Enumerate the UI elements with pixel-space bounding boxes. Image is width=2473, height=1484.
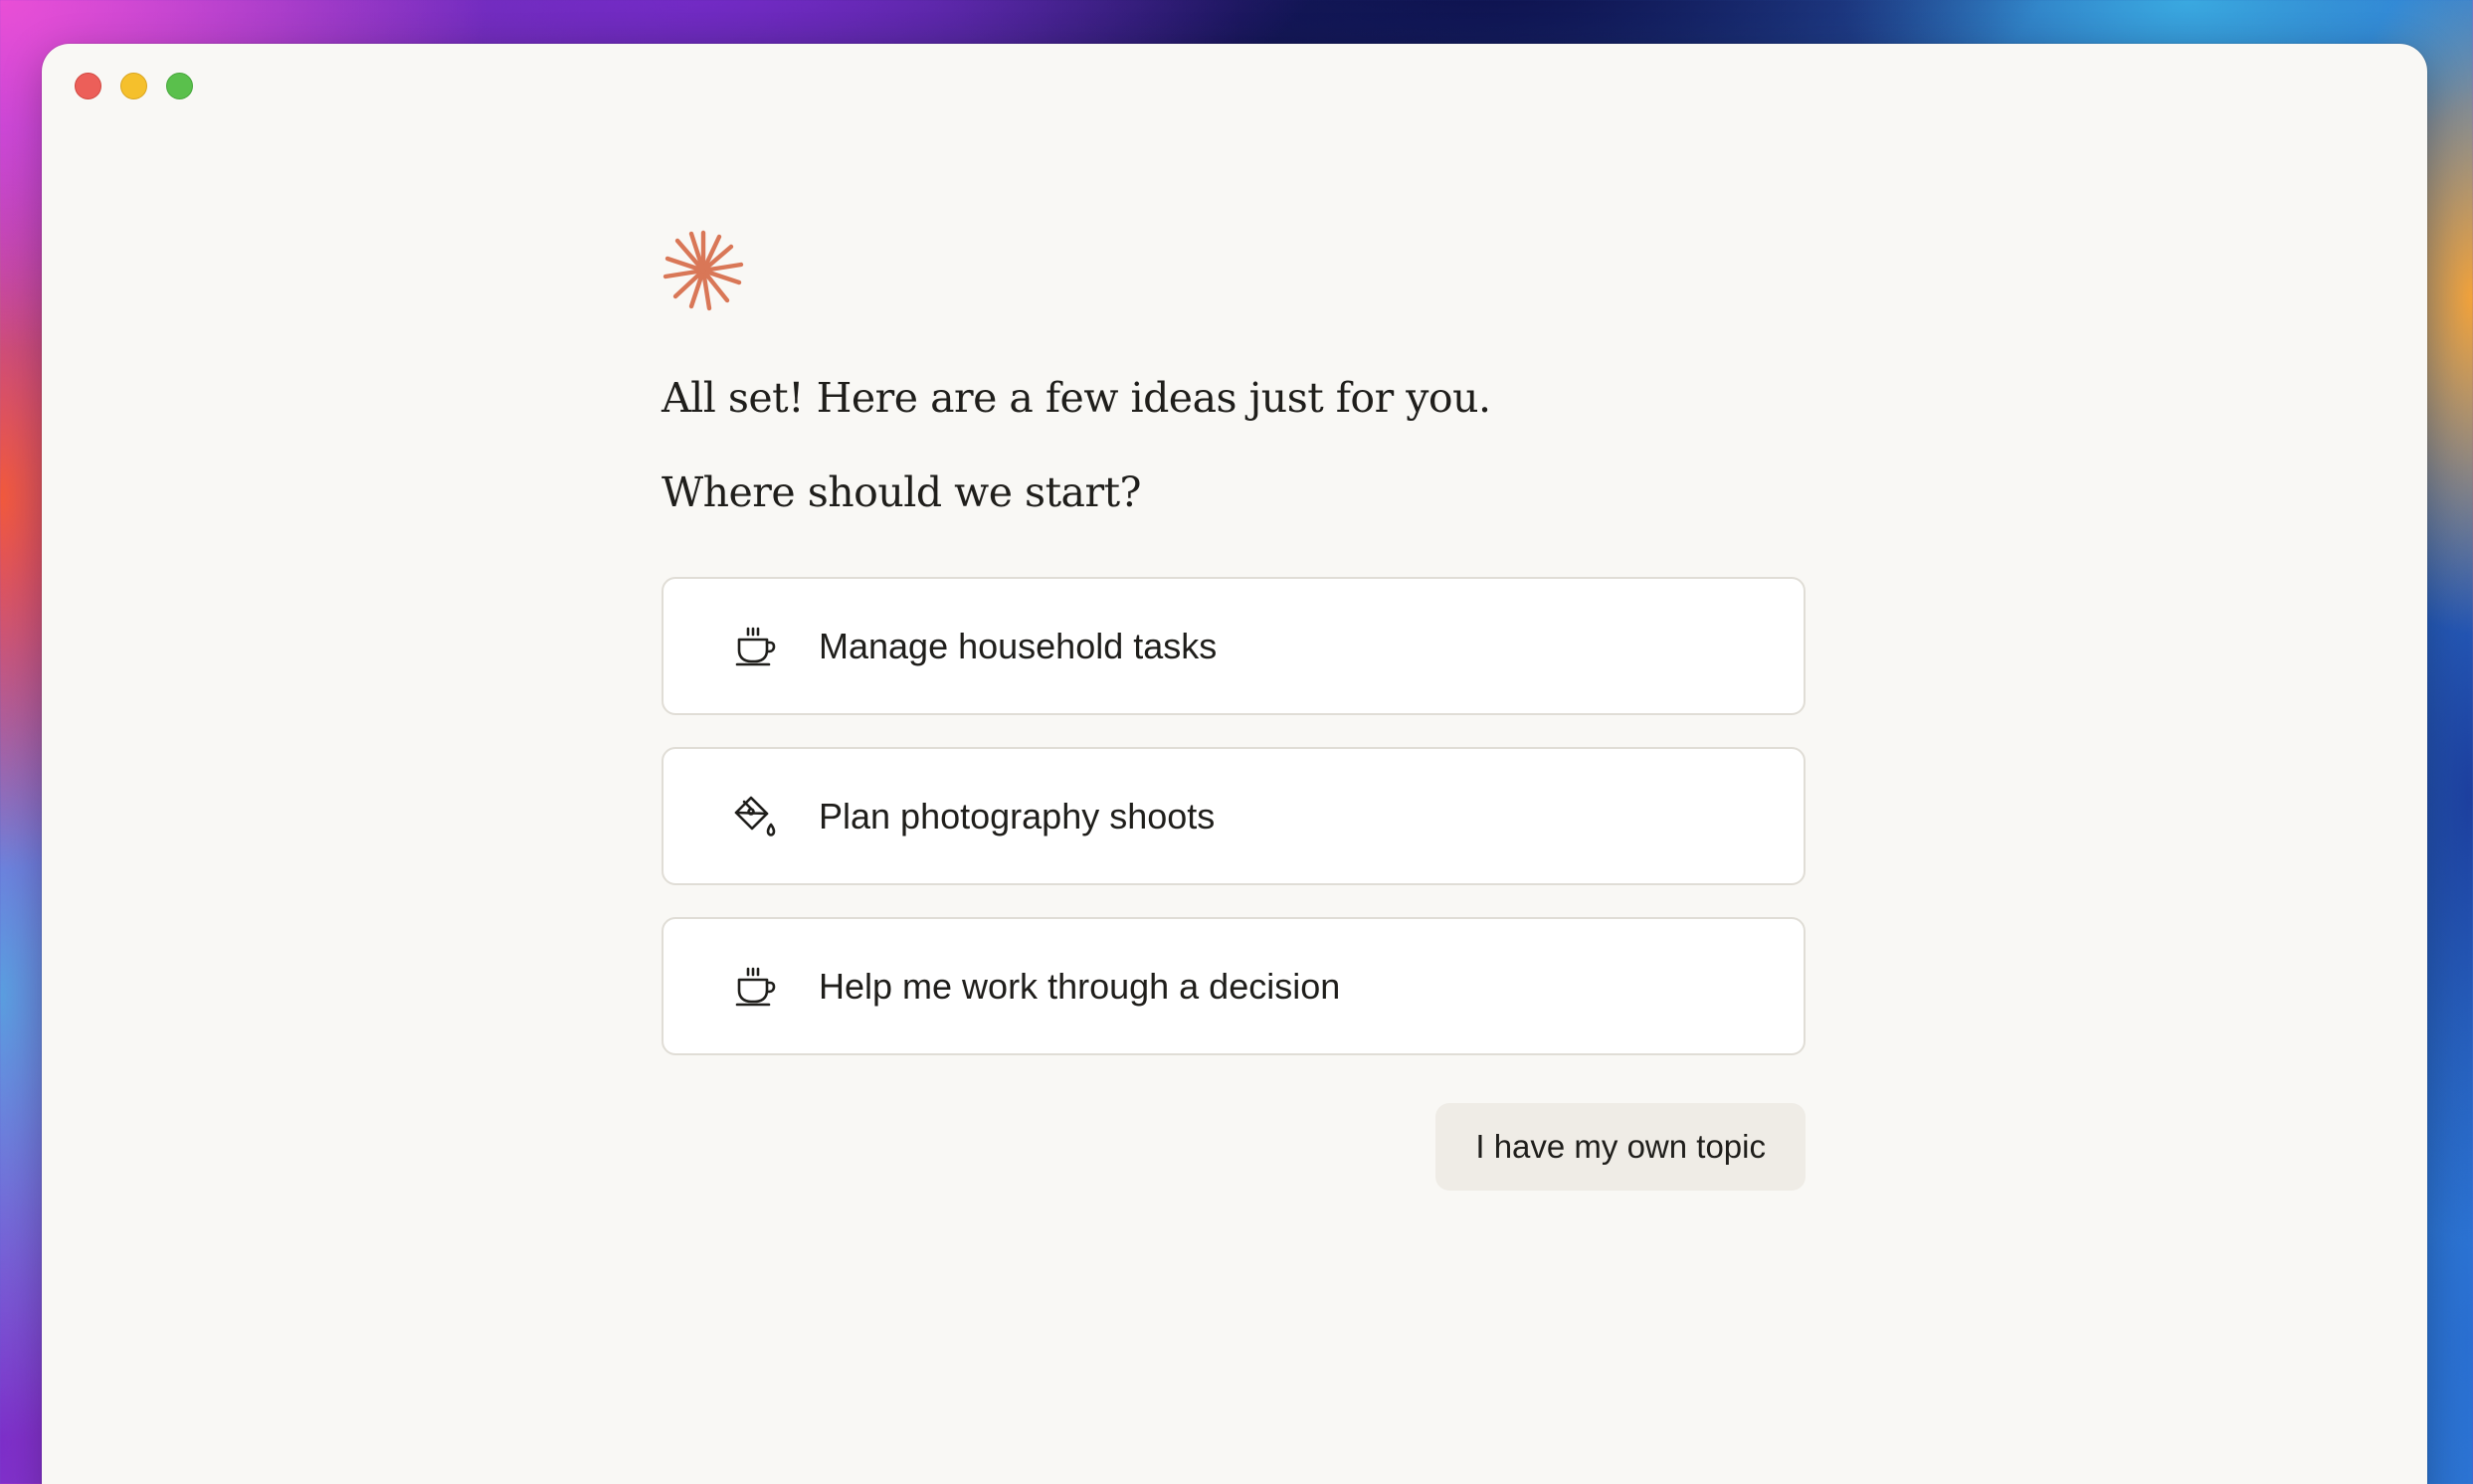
asterisk-logo-icon bbox=[663, 230, 744, 311]
paint-bucket-icon bbox=[731, 793, 779, 840]
suggestion-list: Manage household tasks Plan photography … bbox=[662, 577, 1806, 1056]
close-window-button[interactable] bbox=[75, 73, 101, 99]
own-topic-row: I have my own topic bbox=[662, 1103, 1806, 1192]
app-window: All set! Here are a few ideas just for y… bbox=[42, 44, 2427, 1484]
window-controls bbox=[75, 73, 193, 99]
suggestion-label: Manage household tasks bbox=[819, 625, 1218, 666]
suggestion-label: Plan photography shoots bbox=[819, 795, 1216, 836]
suggestion-work-through-decision[interactable]: Help me work through a decision bbox=[662, 917, 1806, 1056]
suggestion-label: Help me work through a decision bbox=[819, 965, 1341, 1007]
onboarding-headline: All set! Here are a few ideas just for y… bbox=[662, 374, 1491, 422]
suggestion-manage-household-tasks[interactable]: Manage household tasks bbox=[662, 577, 1806, 716]
suggestion-plan-photography-shoots[interactable]: Plan photography shoots bbox=[662, 747, 1806, 886]
coffee-cup-icon bbox=[731, 623, 779, 670]
minimize-window-button[interactable] bbox=[120, 73, 147, 99]
onboarding-prompt: Where should we start? bbox=[662, 468, 1142, 517]
coffee-cup-icon bbox=[731, 963, 779, 1011]
onboarding-panel: All set! Here are a few ideas just for y… bbox=[662, 229, 1806, 1192]
maximize-window-button[interactable] bbox=[166, 73, 193, 99]
own-topic-button[interactable]: I have my own topic bbox=[1435, 1103, 1806, 1192]
